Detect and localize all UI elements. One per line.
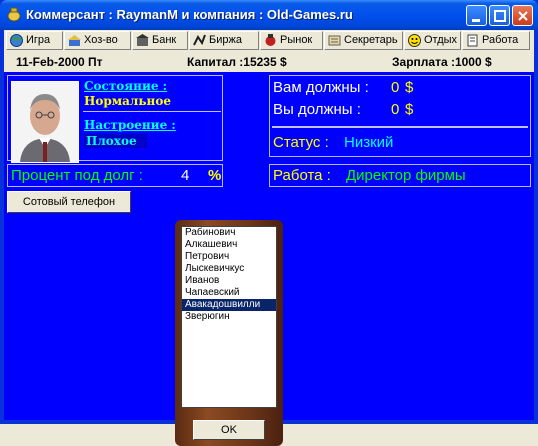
job-panel: Работа : Директор фирмы (269, 164, 531, 187)
client-area: Игра Хоз-во Банк Биржа Рынок Секретарь О… (4, 30, 534, 446)
toolbar-market-button[interactable]: Рынок (260, 31, 323, 50)
toolbar-rest-button[interactable]: Отдых (404, 31, 461, 50)
list-item[interactable]: Зверюгин (182, 311, 276, 323)
minimize-button[interactable] (466, 5, 487, 26)
state-value: Нормальное (84, 94, 171, 108)
portrait-image (12, 82, 78, 162)
main-panel: Состояние : Нормальное Настроение : Плох… (4, 72, 534, 446)
window-title: Коммерсант : RaymanM и компания : Old-Ga… (26, 7, 353, 22)
title-bar[interactable]: Коммерсант : RaymanM и компания : Old-Ga… (0, 0, 538, 30)
globe-icon (10, 34, 23, 47)
list-item[interactable]: Алкашевич (182, 239, 276, 251)
work-icon (467, 34, 478, 47)
loan-panel: Процент под долг : 4 % (7, 164, 223, 187)
job-value: Директор фирмы (346, 167, 466, 184)
secretary-icon (328, 35, 341, 46)
salary-value: Зарплата :1000 $ (392, 55, 492, 69)
list-item[interactable]: Петрович (182, 251, 276, 263)
toolbar-game-button[interactable]: Игра (6, 31, 63, 50)
you-owe-value: 0 (391, 101, 400, 118)
finance-divider (272, 126, 528, 128)
list-item[interactable]: Лыскевичкус (182, 263, 276, 275)
you-owe-label: Вы должны : (273, 101, 361, 118)
ok-button[interactable]: OK (193, 420, 265, 440)
main-toolbar: Игра Хоз-во Банк Биржа Рынок Секретарь О… (4, 30, 534, 52)
avatar (11, 81, 79, 163)
phone-dialog: Рабинович Алкашевич Петрович Лыскевичкус… (175, 220, 283, 446)
bank-icon (136, 34, 149, 46)
mood-label: Настроение : (84, 118, 176, 132)
mood-value: Плохое (84, 134, 147, 148)
close-button[interactable] (512, 5, 533, 26)
list-item[interactable]: Рабинович (182, 227, 276, 239)
close-icon (518, 11, 528, 21)
exchange-icon (193, 34, 206, 46)
status-label: Статус : (273, 134, 329, 151)
loan-unit: % (208, 167, 222, 184)
maximize-button[interactable] (489, 5, 510, 26)
state-label: Состояние : (84, 79, 168, 93)
list-item-selected[interactable]: Авакадошвилли (182, 299, 276, 311)
smiley-icon (408, 34, 421, 47)
current-date: 11-Feb-2000 Пт (16, 55, 103, 69)
cell-phone-button[interactable]: Сотовый телефон (7, 191, 131, 213)
app-window: Коммерсант : RaymanM и компания : Old-Ga… (0, 0, 538, 446)
status-panel: Состояние : Нормальное Настроение : Плох… (7, 75, 223, 163)
toolbar-bank-button[interactable]: Банк (132, 31, 188, 50)
capital-value: Капитал :15235 $ (187, 55, 287, 69)
contacts-list[interactable]: Рабинович Алкашевич Петрович Лыскевичкус… (181, 226, 277, 408)
farm-icon (68, 35, 81, 46)
toolbar-exchange-button[interactable]: Биржа (189, 31, 259, 50)
info-bar: 11-Feb-2000 Пт Капитал :15235 $ Зарплата… (4, 52, 534, 72)
loan-value: 4 (181, 167, 190, 184)
owed-to-you-label: Вам должны : (273, 79, 369, 96)
toolbar-farm-button[interactable]: Хоз-во (64, 31, 131, 50)
list-item[interactable]: Иванов (182, 275, 276, 287)
job-label: Работа : (273, 167, 331, 184)
toolbar-work-button[interactable]: Работа (462, 31, 530, 50)
currency-2: $ (405, 101, 414, 118)
finance-panel: Вам должны : 0 $ Вы должны : 0 $ Статус … (269, 75, 531, 157)
toolbar-secretary-button[interactable]: Секретарь (324, 31, 403, 50)
minimize-icon (472, 19, 480, 22)
status-value: Низкий (344, 134, 394, 151)
loan-label: Процент под долг : (11, 167, 143, 184)
money-bag-icon (7, 7, 21, 22)
market-icon (265, 34, 276, 46)
maximize-icon (494, 10, 506, 22)
currency-1: $ (405, 79, 414, 96)
owed-to-you-value: 0 (391, 79, 400, 96)
list-item[interactable]: Чапаевский (182, 287, 276, 299)
status-divider (83, 111, 221, 112)
